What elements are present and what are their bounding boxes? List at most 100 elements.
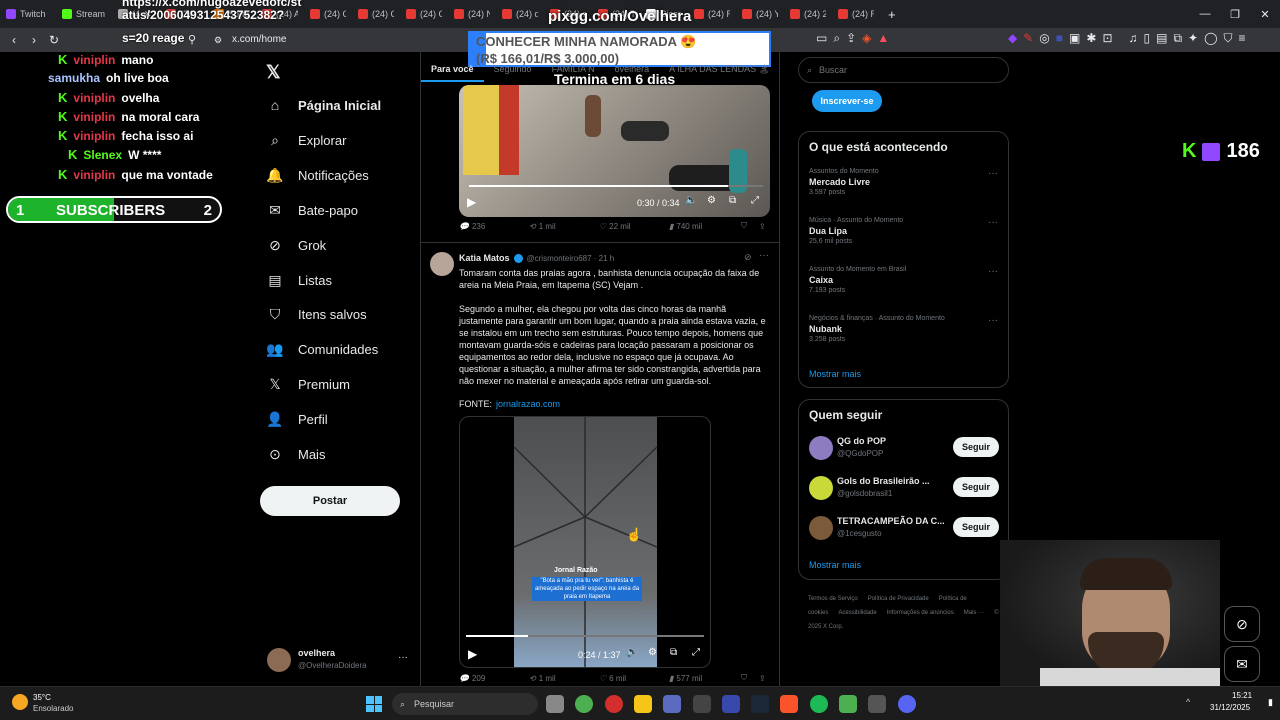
discord-icon[interactable]	[897, 695, 916, 713]
grok-icon[interactable]: ⊘	[744, 252, 752, 263]
bookmark-button[interactable]: ⛉	[741, 673, 747, 683]
follow-suggestion[interactable]: Gols do Brasileirão ... @golsdobrasil1 Seg…	[809, 476, 999, 504]
browser-tab[interactable]: (24) R	[832, 3, 880, 25]
brave-icon[interactable]	[780, 695, 799, 713]
steam-icon[interactable]	[751, 695, 770, 713]
share-button[interactable]: ⇪	[759, 222, 766, 231]
browser-tab[interactable]: (24) R	[688, 3, 736, 25]
browser-tab[interactable]: Stream	[56, 3, 112, 25]
browser-tab[interactable]: (24) d	[496, 3, 544, 25]
share-icon[interactable]: ⇪	[846, 31, 856, 46]
repost-button[interactable]: ⟲ 1 mil	[529, 222, 556, 231]
show-more-follow[interactable]: Mostrar mais	[809, 560, 861, 570]
volume-icon[interactable]: 🔈	[626, 647, 638, 658]
account-switcher[interactable]: ovelhera @OvelheraDoidera ···	[266, 646, 416, 676]
play-icon[interactable]: ▶	[468, 647, 477, 661]
fullscreen-icon[interactable]: ⤢	[692, 647, 700, 658]
tab-0[interactable]: Para você	[421, 60, 484, 82]
follow-button[interactable]: Seguir	[953, 517, 999, 537]
back-icon[interactable]: ‹	[4, 33, 24, 47]
site-info-icon[interactable]: ⚙	[214, 31, 222, 49]
nav-item-bookmark[interactable]: ⛉ Itens salvos	[266, 306, 367, 323]
subscribe-button[interactable]: Inscrever-se	[812, 90, 882, 112]
video-player-2[interactable]: Jornal Razão "Bota a mão pra tu ver": ba…	[459, 416, 711, 668]
tweet-author[interactable]: Katia Matos	[459, 253, 510, 263]
bookmark-button[interactable]: ⛉	[741, 221, 747, 231]
video-progress-bar-2[interactable]	[466, 635, 704, 637]
messages-floating-button[interactable]: ✉	[1224, 646, 1260, 682]
browser-tab[interactable]: (24) N	[448, 3, 496, 25]
tab-1[interactable]: Seguindo	[484, 60, 542, 82]
post-button[interactable]: Postar	[260, 486, 400, 516]
footer-link[interactable]: Informações de anúncios	[887, 610, 954, 616]
zoom-icon[interactable]: ⌕	[833, 31, 840, 46]
nav-item-search[interactable]: ⌕ Explorar	[266, 132, 346, 149]
more-icon[interactable]: ···	[398, 652, 408, 663]
browser-tab[interactable]: Twitch	[0, 3, 56, 25]
browser-tab[interactable]: (24) 2	[784, 3, 832, 25]
downloads-icon[interactable]: ⊡	[1102, 31, 1112, 46]
pip-icon[interactable]: ⧉	[670, 647, 677, 658]
follow-button[interactable]: Seguir	[953, 437, 999, 457]
trend-more-icon[interactable]: ···	[988, 266, 998, 277]
nav-item-grok[interactable]: ⊘ Grok	[266, 237, 326, 254]
settings-icon[interactable]: ⚙	[707, 195, 716, 206]
footer-link[interactable]: Termos de Serviço	[808, 596, 858, 602]
bookmark-icon[interactable]: ⚲	[188, 33, 196, 46]
extension-icon-5[interactable]: ▣	[1069, 31, 1080, 46]
menu-icon[interactable]: ≡	[1239, 31, 1246, 46]
nav-item-communities[interactable]: 👥 Comunidades	[266, 341, 378, 358]
extension-icon-3[interactable]: ◎	[1039, 31, 1049, 46]
terminal-icon[interactable]	[663, 695, 682, 713]
trend-item[interactable]: Assuntos do Momento Mercado Livre 3.597 po…	[809, 168, 879, 196]
views-button[interactable]: ▮ 577 mil	[669, 674, 702, 683]
trend-more-icon[interactable]: ···	[988, 217, 998, 228]
new-tab-button[interactable]: +	[888, 7, 896, 22]
repost-button[interactable]: ⟲ 1 mil	[529, 674, 556, 683]
nav-item-bell[interactable]: 🔔 Notificações	[266, 167, 369, 184]
github-icon[interactable]	[692, 695, 711, 713]
video-player-1[interactable]: ▶ 0:30 / 0:34 🔈 ⚙ ⧉ ⤢	[459, 85, 770, 217]
profile-icon[interactable]: ◯	[1204, 31, 1217, 46]
nav-item-home[interactable]: ⌂ Página Inicial	[266, 97, 381, 113]
close-window-icon[interactable]: ✕	[1250, 8, 1280, 21]
trend-item[interactable]: Negócios & finanças · Assunto do Momento…	[809, 315, 945, 343]
shield-icon[interactable]: ⛉	[1224, 31, 1233, 46]
follow-suggestion[interactable]: TETRACAMPEÃO DA C... @1cesgusto Seguir	[809, 516, 999, 544]
spotify-icon[interactable]	[809, 695, 828, 713]
url-input[interactable]: ⚙ x.com/home	[210, 31, 470, 49]
play-icon[interactable]: ▶	[467, 195, 476, 209]
nav-item-more-circle[interactable]: ⊙ Mais	[266, 446, 325, 463]
like-button[interactable]: ♡ 22 mil	[599, 222, 631, 231]
opera-icon[interactable]	[604, 695, 623, 713]
share-button[interactable]: ⇪	[759, 674, 766, 683]
epic-icon[interactable]	[868, 695, 887, 713]
file-explorer-icon[interactable]	[633, 695, 652, 713]
pip-icon[interactable]: ⧉	[729, 195, 736, 206]
game-icon[interactable]	[839, 695, 857, 713]
browser-tab[interactable]: (24) C	[352, 3, 400, 25]
tab-search-icon[interactable]: ⧉	[1173, 31, 1182, 46]
brave-shield-icon[interactable]: ◈	[862, 31, 871, 46]
taskbar-search[interactable]: ⌕ Pesquisar	[392, 693, 538, 715]
trend-item[interactable]: Música · Assunto do Momento Dua Lipa 25,6 …	[809, 217, 903, 245]
follow-suggestion[interactable]: QG do POP @QGdoPOP Seguir	[809, 436, 999, 464]
trend-more-icon[interactable]: ···	[988, 315, 998, 326]
trend-item[interactable]: Assunto do Momento em Brasil Caixa 7.193 p…	[809, 266, 906, 294]
tweet-handle[interactable]: @crismonteiro687 · 21 h	[527, 254, 615, 263]
nav-item-x-premium[interactable]: 𝕏 Premium	[266, 376, 350, 393]
video-progress-bar[interactable]	[469, 185, 763, 187]
reply-button[interactable]: 💬 209	[459, 674, 485, 683]
show-more-trends[interactable]: Mostrar mais	[809, 369, 861, 379]
fullscreen-icon[interactable]: ⤢	[751, 195, 759, 206]
browser-tab[interactable]: (24) C	[400, 3, 448, 25]
minimize-icon[interactable]: —	[1190, 8, 1220, 20]
search-input[interactable]: ⌕ Buscar	[798, 57, 1009, 83]
forward-icon[interactable]: ›	[24, 33, 44, 47]
browser-tab[interactable]: (24) Y	[736, 3, 784, 25]
reload-icon[interactable]: ↻	[44, 33, 64, 47]
wallet-icon[interactable]: ▤	[1156, 31, 1167, 46]
reply-button[interactable]: 💬 236	[459, 222, 485, 231]
source-link[interactable]: jornalrazao.com	[496, 399, 560, 409]
ai-icon[interactable]: ✦	[1188, 31, 1198, 46]
